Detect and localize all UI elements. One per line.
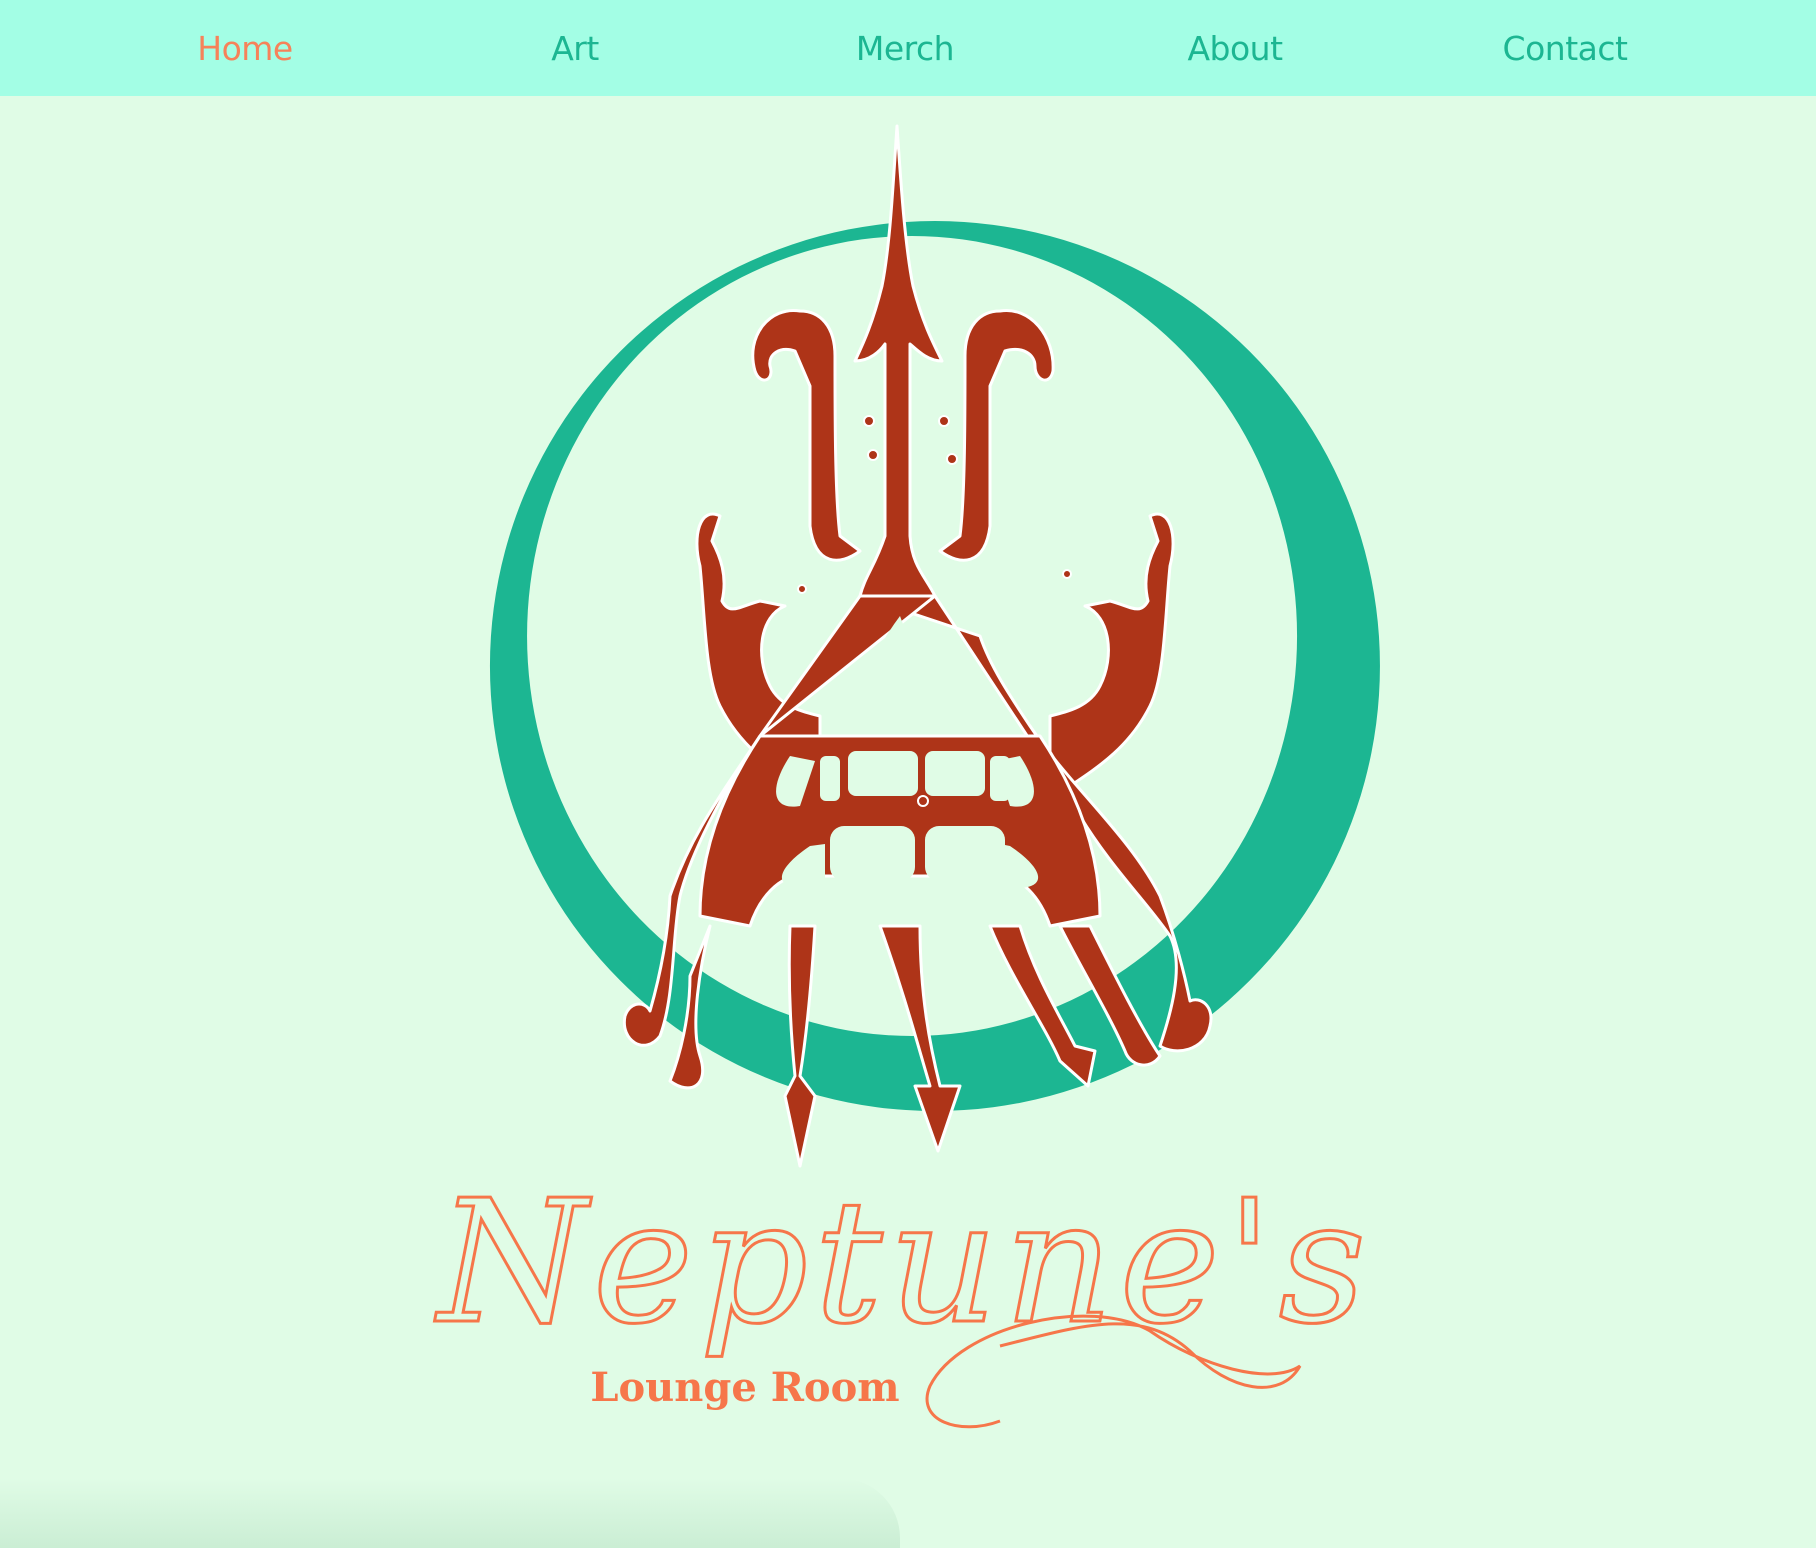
wordmark-neptunes: Neptune's <box>434 1164 1372 1362</box>
top-nav: Home Art Merch About Contact <box>0 0 1816 96</box>
bottom-shadow <box>0 1478 900 1548</box>
wordmark: Neptune's Lounge Room <box>432 1163 1372 1429</box>
nav-about-link[interactable]: About <box>1085 0 1385 96</box>
page: Home Art Merch About Contact Neptune's L… <box>0 0 1816 1548</box>
hero-logo: Neptune's Lounge Room <box>0 96 1816 1548</box>
nav-merch-link[interactable]: Merch <box>755 0 1055 96</box>
nav-contact-link[interactable]: Contact <box>1415 0 1715 96</box>
tagline-lounge-room: Lounge Room <box>590 1364 899 1411</box>
nav-art-link[interactable]: Art <box>425 0 725 96</box>
neptunes-logo: Neptune's Lounge Room <box>432 124 1380 1429</box>
nav-home-link[interactable]: Home <box>95 0 395 96</box>
